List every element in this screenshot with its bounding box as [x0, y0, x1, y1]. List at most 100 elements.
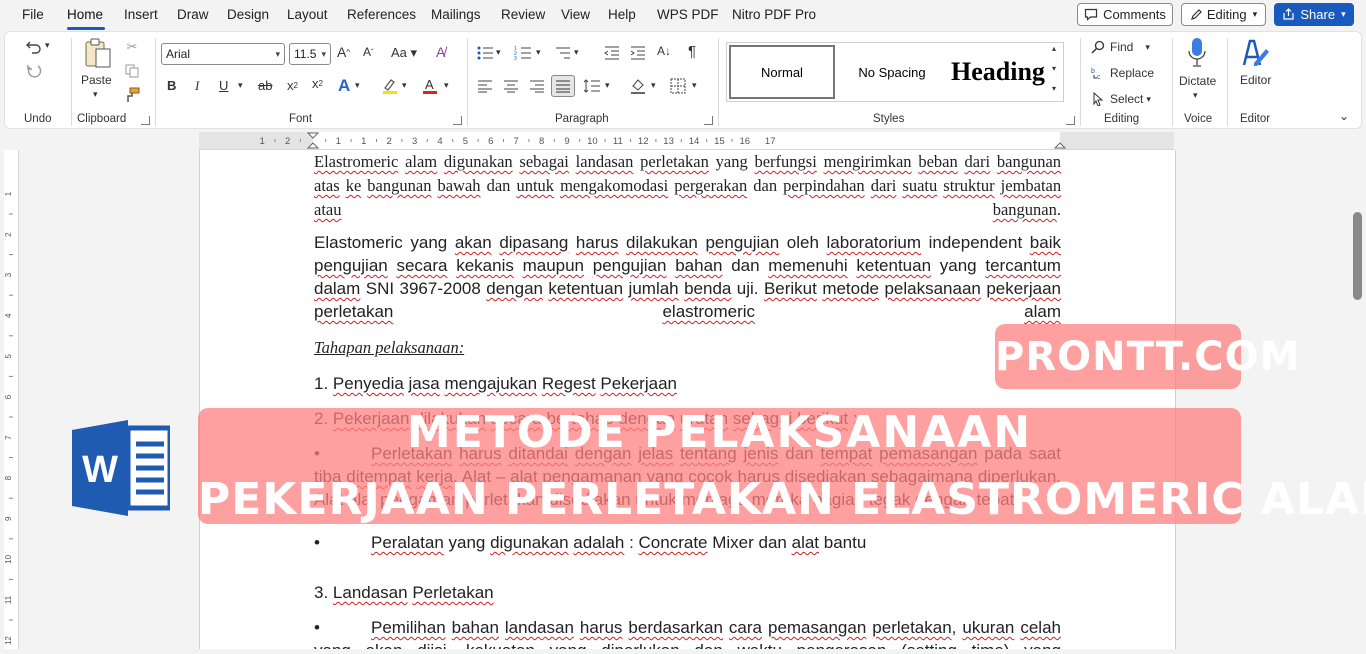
tab-insert[interactable]: Insert — [124, 7, 158, 22]
shrink-font-icon[interactable]: Aˇ — [363, 45, 374, 59]
list-item-1: 1. Penyedia jasa mengajukan Regest Peker… — [314, 372, 1061, 395]
justify-icon[interactable] — [551, 75, 575, 97]
horizontal-ruler[interactable]: 1 2 1 1 2 3 4 5 6 7 8 9 10 11 12 13 14 15 16 17 — [199, 132, 1174, 150]
styles-more-icon[interactable]: ▾ — [1052, 84, 1056, 93]
chevron-down-icon[interactable]: ▾ — [1052, 64, 1056, 73]
vertical-ruler[interactable]: 1 2 3 4 5 6 7 8 9 10 11 12 — [4, 150, 19, 649]
undo-dropdown-icon[interactable]: ▾ — [45, 40, 50, 51]
watermark-text: PRONTT.COM — [995, 334, 1301, 380]
tab-file[interactable]: File — [22, 7, 44, 22]
group-label-editing: Editing — [1104, 113, 1140, 125]
multilevel-list-icon[interactable] — [554, 45, 572, 61]
misspelled-word: jumlah — [628, 279, 679, 298]
paragraph-launcher-icon[interactable] — [704, 116, 713, 125]
tab-review[interactable]: Review — [501, 7, 545, 22]
show-marks-icon[interactable]: ¶ — [688, 43, 696, 60]
font-size-value: 11.5 — [294, 47, 317, 61]
select-button[interactable]: Select ▾ — [1091, 91, 1151, 107]
tab-draw[interactable]: Draw — [177, 7, 209, 22]
text-effects-icon[interactable]: A — [338, 76, 350, 96]
replace-button[interactable]: bc Replace — [1091, 65, 1154, 81]
increase-indent-icon[interactable] — [629, 45, 647, 61]
misspelled-word: kekanis — [456, 256, 514, 275]
decrease-indent-icon[interactable] — [603, 45, 621, 61]
find-button[interactable]: Find ▾ — [1091, 39, 1150, 55]
share-button[interactable]: Share ▾ — [1274, 3, 1354, 26]
copy-icon[interactable] — [124, 63, 140, 79]
align-center-icon[interactable] — [502, 78, 520, 94]
cut-icon[interactable]: ✂ — [124, 39, 140, 55]
superscript-icon[interactable]: x2 — [312, 76, 323, 91]
change-case-icon[interactable]: Aa ▾ — [391, 45, 417, 61]
strikethrough-icon[interactable]: ab — [258, 78, 272, 93]
bold-icon[interactable]: B — [167, 78, 176, 93]
bullets-dropdown-icon[interactable]: ▾ — [496, 47, 501, 58]
tab-nitro-pdf-pro[interactable]: Nitro PDF Pro — [732, 7, 816, 22]
text-effects-dropdown-icon[interactable]: ▾ — [355, 80, 360, 91]
line-spacing-icon[interactable] — [583, 78, 601, 94]
tab-references[interactable]: References — [347, 7, 416, 22]
misspelled-word: dipasang — [499, 233, 569, 252]
tab-view[interactable]: View — [561, 7, 590, 22]
editor-button[interactable]: Editor — [1240, 73, 1271, 87]
editor-icon[interactable] — [1240, 37, 1270, 69]
vruler-number: 5 — [4, 354, 13, 359]
undo-icon[interactable] — [23, 37, 45, 57]
paragraph-intro: Elastromeric alam digunakan sebagai land… — [314, 150, 1061, 222]
collapse-ribbon-icon[interactable]: ⌄ — [1339, 109, 1349, 123]
redo-icon[interactable] — [23, 62, 45, 82]
tab-home[interactable]: Home — [67, 7, 103, 22]
multilevel-dropdown-icon[interactable]: ▾ — [574, 47, 579, 58]
align-left-icon[interactable] — [476, 78, 494, 94]
clipboard-launcher-icon[interactable] — [141, 116, 150, 125]
vruler-number: 11 — [4, 595, 13, 604]
editing-mode-button[interactable]: Editing ▾ — [1181, 3, 1266, 26]
dictate-button[interactable]: Dictate — [1179, 74, 1216, 88]
highlight-icon[interactable] — [380, 76, 400, 96]
font-size-combo[interactable]: 11.5 ▾ — [289, 43, 331, 65]
style-heading-1[interactable]: Heading 1 — [949, 45, 1057, 99]
paste-dropdown-icon[interactable]: ▾ — [93, 89, 98, 100]
clear-formatting-icon[interactable]: A̸ — [436, 44, 445, 60]
bullets-icon[interactable] — [476, 45, 494, 61]
paste-icon[interactable] — [83, 37, 113, 71]
subscript-icon[interactable]: x2 — [287, 78, 298, 93]
shading-dropdown-icon[interactable]: ▾ — [651, 80, 656, 91]
tab-help[interactable]: Help — [608, 7, 636, 22]
style-normal[interactable]: Normal — [729, 45, 835, 99]
align-right-icon[interactable] — [528, 78, 546, 94]
font-color-icon[interactable]: A — [421, 76, 439, 96]
shading-icon[interactable] — [629, 77, 647, 95]
numbering-dropdown-icon[interactable]: ▾ — [536, 47, 541, 58]
vruler-ticks: 123456789101112 — [4, 191, 13, 645]
highlight-dropdown-icon[interactable]: ▾ — [402, 80, 407, 91]
misspelled-word: perpindahan — [783, 176, 865, 195]
comments-button[interactable]: Comments — [1077, 3, 1173, 26]
scrollbar-thumb[interactable] — [1353, 212, 1362, 300]
numbering-icon[interactable]: 123 — [514, 45, 532, 61]
misspelled-word: pengujian — [592, 256, 667, 275]
borders-icon[interactable] — [670, 78, 686, 94]
tab-wps-pdf[interactable]: WPS PDF — [657, 7, 719, 22]
dictate-dropdown-icon[interactable]: ▾ — [1193, 90, 1198, 101]
underline-dropdown-icon[interactable]: ▾ — [238, 80, 243, 91]
underline-icon[interactable]: U — [219, 78, 228, 93]
line-spacing-dropdown-icon[interactable]: ▾ — [605, 80, 610, 91]
chevron-up-icon[interactable]: ▴ — [1052, 44, 1056, 53]
tab-mailings[interactable]: Mailings — [431, 7, 481, 22]
style-no-spacing[interactable]: No Spacing — [839, 45, 945, 99]
borders-dropdown-icon[interactable]: ▾ — [692, 80, 697, 91]
grow-font-icon[interactable]: A ^ — [337, 44, 350, 60]
paste-button[interactable]: Paste — [81, 73, 112, 87]
font-color-dropdown-icon[interactable]: ▾ — [444, 80, 449, 91]
styles-launcher-icon[interactable] — [1066, 116, 1075, 125]
font-name-combo[interactable]: Arial ▾ — [161, 43, 285, 65]
tab-layout[interactable]: Layout — [287, 7, 328, 22]
format-painter-icon[interactable] — [124, 87, 140, 103]
microphone-icon[interactable] — [1186, 37, 1208, 69]
italic-icon[interactable]: I — [195, 78, 199, 94]
font-launcher-icon[interactable] — [453, 116, 462, 125]
tab-design[interactable]: Design — [227, 7, 269, 22]
document-page[interactable]: Elastromeric alam digunakan sebagai land… — [199, 150, 1176, 649]
sort-icon[interactable]: A↓ — [657, 44, 671, 58]
